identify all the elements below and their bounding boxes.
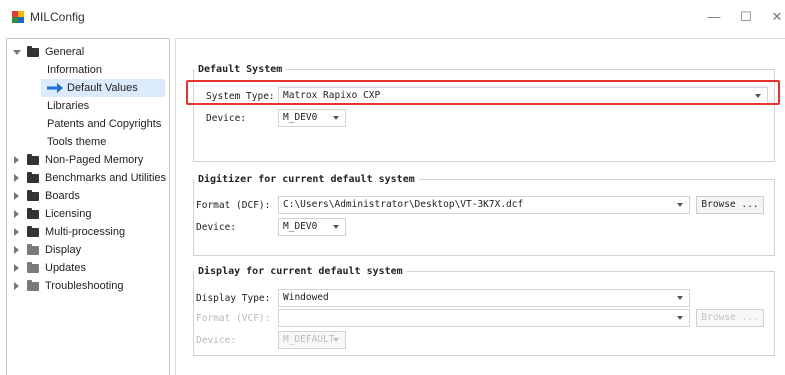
folder-icon bbox=[27, 226, 39, 237]
default-values-panel: Default System System Type: Matrox Rapix… bbox=[175, 38, 785, 375]
chevron-down-icon bbox=[677, 316, 683, 320]
chevron-down-icon bbox=[677, 296, 683, 300]
digitizer-device-label: Device: bbox=[196, 222, 237, 233]
tree-item-label: Benchmarks and Utilities bbox=[45, 172, 167, 184]
display-format-label: Format (VCF): bbox=[196, 313, 271, 324]
tree-item-general[interactable]: General bbox=[7, 43, 167, 61]
dropdown-value: M_DEV0 bbox=[283, 112, 318, 123]
display-browse-button[interactable]: Browse ... bbox=[696, 309, 764, 327]
folder-icon bbox=[27, 154, 39, 165]
close-icon: ✕ bbox=[771, 9, 783, 24]
tree-item-libraries[interactable]: Libraries bbox=[47, 97, 89, 115]
maximize-icon: ☐ bbox=[740, 9, 752, 24]
milconfig-app-icon bbox=[12, 11, 24, 23]
tree-item-label: Information bbox=[47, 64, 103, 76]
tree-item-label: Non-Paged Memory bbox=[45, 154, 144, 166]
dropdown-value: M_DEV0 bbox=[283, 221, 318, 232]
tree-item-label: Display bbox=[45, 244, 82, 256]
display-device-dropdown[interactable]: M_DEFAULT bbox=[278, 331, 346, 349]
digitizer-group: Digitizer for current default system bbox=[193, 174, 775, 256]
group-title: Default System bbox=[198, 64, 283, 75]
chevron-right-icon[interactable] bbox=[14, 210, 19, 218]
folder-icon bbox=[27, 262, 39, 273]
tree-item-label: Licensing bbox=[45, 208, 92, 220]
group-title: Display for current default system bbox=[198, 266, 403, 277]
display-format-dropdown[interactable] bbox=[278, 309, 690, 327]
tree-item-label: Multi-processing bbox=[45, 226, 126, 238]
chevron-right-icon[interactable] bbox=[14, 246, 19, 254]
tree-item-label: Troubleshooting bbox=[45, 280, 124, 292]
display-type-label: Display Type: bbox=[196, 293, 271, 304]
tree-item-multi-processing[interactable]: Multi-processing bbox=[7, 223, 167, 241]
minimize-icon: — bbox=[707, 9, 721, 24]
settings-tree: General Information Default Values Libra… bbox=[6, 38, 170, 375]
tree-item-label: Libraries bbox=[47, 100, 90, 112]
system-device-dropdown[interactable]: M_DEV0 bbox=[278, 109, 346, 127]
tree-item-troubleshooting[interactable]: Troubleshooting bbox=[7, 277, 167, 295]
chevron-down-icon bbox=[677, 203, 683, 207]
folder-icon bbox=[27, 46, 39, 57]
digitizer-device-dropdown[interactable]: M_DEV0 bbox=[278, 218, 346, 236]
folder-icon bbox=[27, 244, 39, 255]
chevron-right-icon[interactable] bbox=[14, 174, 19, 182]
tree-item-label: Updates bbox=[45, 262, 86, 274]
chevron-right-icon[interactable] bbox=[14, 264, 19, 272]
minimize-button[interactable]: — bbox=[704, 8, 724, 26]
dropdown-value: Windowed bbox=[283, 292, 329, 303]
tree-item-patents[interactable]: Patents and Copyrights bbox=[47, 115, 161, 133]
window-title: MILConfig bbox=[30, 10, 85, 24]
dropdown-value: M_DEFAULT bbox=[283, 334, 335, 345]
folder-icon bbox=[27, 280, 39, 291]
tree-item-label: Patents and Copyrights bbox=[47, 118, 162, 130]
digitizer-browse-button[interactable]: Browse ... bbox=[696, 196, 764, 214]
close-button[interactable]: ✕ bbox=[770, 8, 784, 26]
red-highlight-box bbox=[186, 80, 780, 105]
tree-item-licensing[interactable]: Licensing bbox=[7, 205, 167, 223]
chevron-right-icon[interactable] bbox=[14, 228, 19, 236]
tree-item-label: Default Values bbox=[67, 82, 138, 94]
digitizer-format-dropdown[interactable]: C:\Users\Administrator\Desktop\VT-3K7X.d… bbox=[278, 196, 690, 214]
chevron-down-icon[interactable] bbox=[13, 50, 21, 55]
group-title: Digitizer for current default system bbox=[198, 174, 415, 185]
tree-item-updates[interactable]: Updates bbox=[7, 259, 167, 277]
chevron-right-icon[interactable] bbox=[14, 192, 19, 200]
tree-item-label: Tools theme bbox=[47, 136, 107, 148]
dropdown-value: C:\Users\Administrator\Desktop\VT-3K7X.d… bbox=[283, 199, 524, 210]
folder-icon bbox=[27, 208, 39, 219]
folder-icon bbox=[27, 172, 39, 183]
tree-item-tools-theme[interactable]: Tools theme bbox=[47, 133, 106, 151]
chevron-right-icon[interactable] bbox=[14, 282, 19, 290]
device-label: Device: bbox=[206, 113, 247, 124]
tree-item-label: Boards bbox=[45, 190, 80, 202]
chevron-down-icon bbox=[333, 338, 339, 342]
tree-item-default-values[interactable]: Default Values bbox=[41, 79, 165, 97]
tree-item-non-paged-memory[interactable]: Non-Paged Memory bbox=[7, 151, 167, 169]
chevron-right-icon[interactable] bbox=[14, 156, 19, 164]
maximize-button[interactable]: ☐ bbox=[736, 8, 756, 26]
tree-item-information[interactable]: Information bbox=[47, 61, 102, 79]
tree-item-display[interactable]: Display bbox=[7, 241, 167, 259]
tree-item-boards[interactable]: Boards bbox=[7, 187, 167, 205]
folder-icon bbox=[27, 190, 39, 201]
digitizer-format-label: Format (DCF): bbox=[196, 200, 271, 211]
display-type-dropdown[interactable]: Windowed bbox=[278, 289, 690, 307]
display-device-label: Device: bbox=[196, 335, 237, 346]
chevron-down-icon bbox=[333, 225, 339, 229]
tree-item-benchmarks[interactable]: Benchmarks and Utilities bbox=[7, 169, 167, 187]
tree-item-label: General bbox=[45, 46, 85, 58]
title-bar: MILConfig — ☐ ✕ bbox=[0, 0, 785, 34]
chevron-down-icon bbox=[333, 116, 339, 120]
